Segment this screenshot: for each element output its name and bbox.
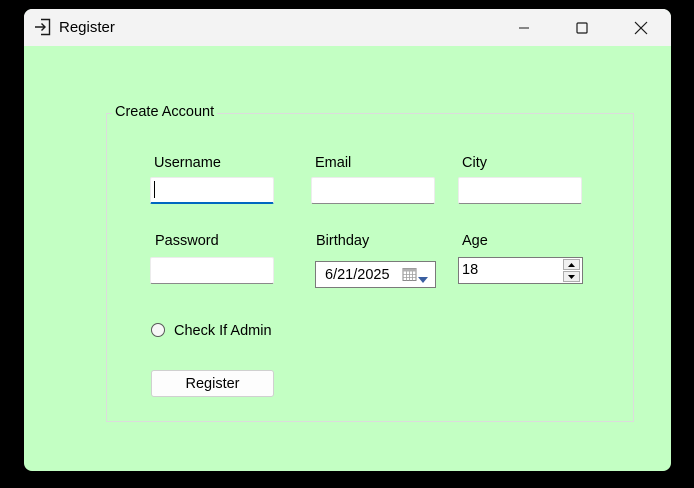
minimize-icon bbox=[519, 27, 529, 28]
age-stepper[interactable]: 18 bbox=[458, 257, 583, 284]
admin-radio[interactable] bbox=[151, 323, 165, 337]
title-bar[interactable]: Register bbox=[24, 9, 671, 46]
password-label: Password bbox=[155, 233, 219, 249]
minimize-button[interactable] bbox=[495, 9, 553, 46]
password-field[interactable] bbox=[150, 257, 274, 284]
calendar-icon[interactable] bbox=[402, 267, 417, 287]
chevron-down-icon bbox=[568, 274, 575, 279]
maximize-icon bbox=[576, 21, 588, 34]
age-value: 18 bbox=[462, 262, 479, 278]
birthday-value: 6/21/2025 bbox=[325, 267, 390, 283]
birthday-date-picker[interactable]: 6/21/2025 bbox=[315, 261, 436, 288]
birthday-label: Birthday bbox=[316, 233, 370, 249]
group-legend: Create Account bbox=[112, 104, 218, 120]
close-button[interactable] bbox=[612, 9, 670, 46]
city-label: City bbox=[462, 155, 487, 171]
age-decrement-button[interactable] bbox=[563, 271, 580, 282]
email-label: Email bbox=[315, 155, 352, 171]
chevron-down-icon[interactable] bbox=[418, 271, 428, 289]
register-button[interactable]: Register bbox=[151, 370, 274, 397]
register-button-label: Register bbox=[185, 375, 240, 392]
age-increment-button[interactable] bbox=[563, 259, 580, 270]
close-icon bbox=[634, 21, 648, 34]
maximize-button[interactable] bbox=[553, 9, 611, 46]
username-label: Username bbox=[154, 155, 221, 171]
register-window: Register Create Account Username Email C… bbox=[24, 9, 671, 471]
username-field[interactable] bbox=[150, 177, 274, 204]
window-title: Register bbox=[59, 19, 115, 36]
age-label: Age bbox=[462, 233, 488, 249]
email-field[interactable] bbox=[311, 177, 435, 204]
chevron-up-icon bbox=[568, 262, 575, 267]
text-caret bbox=[154, 181, 155, 198]
admin-label[interactable]: Check If Admin bbox=[174, 323, 272, 339]
sign-in-icon bbox=[33, 17, 53, 37]
city-field[interactable] bbox=[458, 177, 582, 204]
